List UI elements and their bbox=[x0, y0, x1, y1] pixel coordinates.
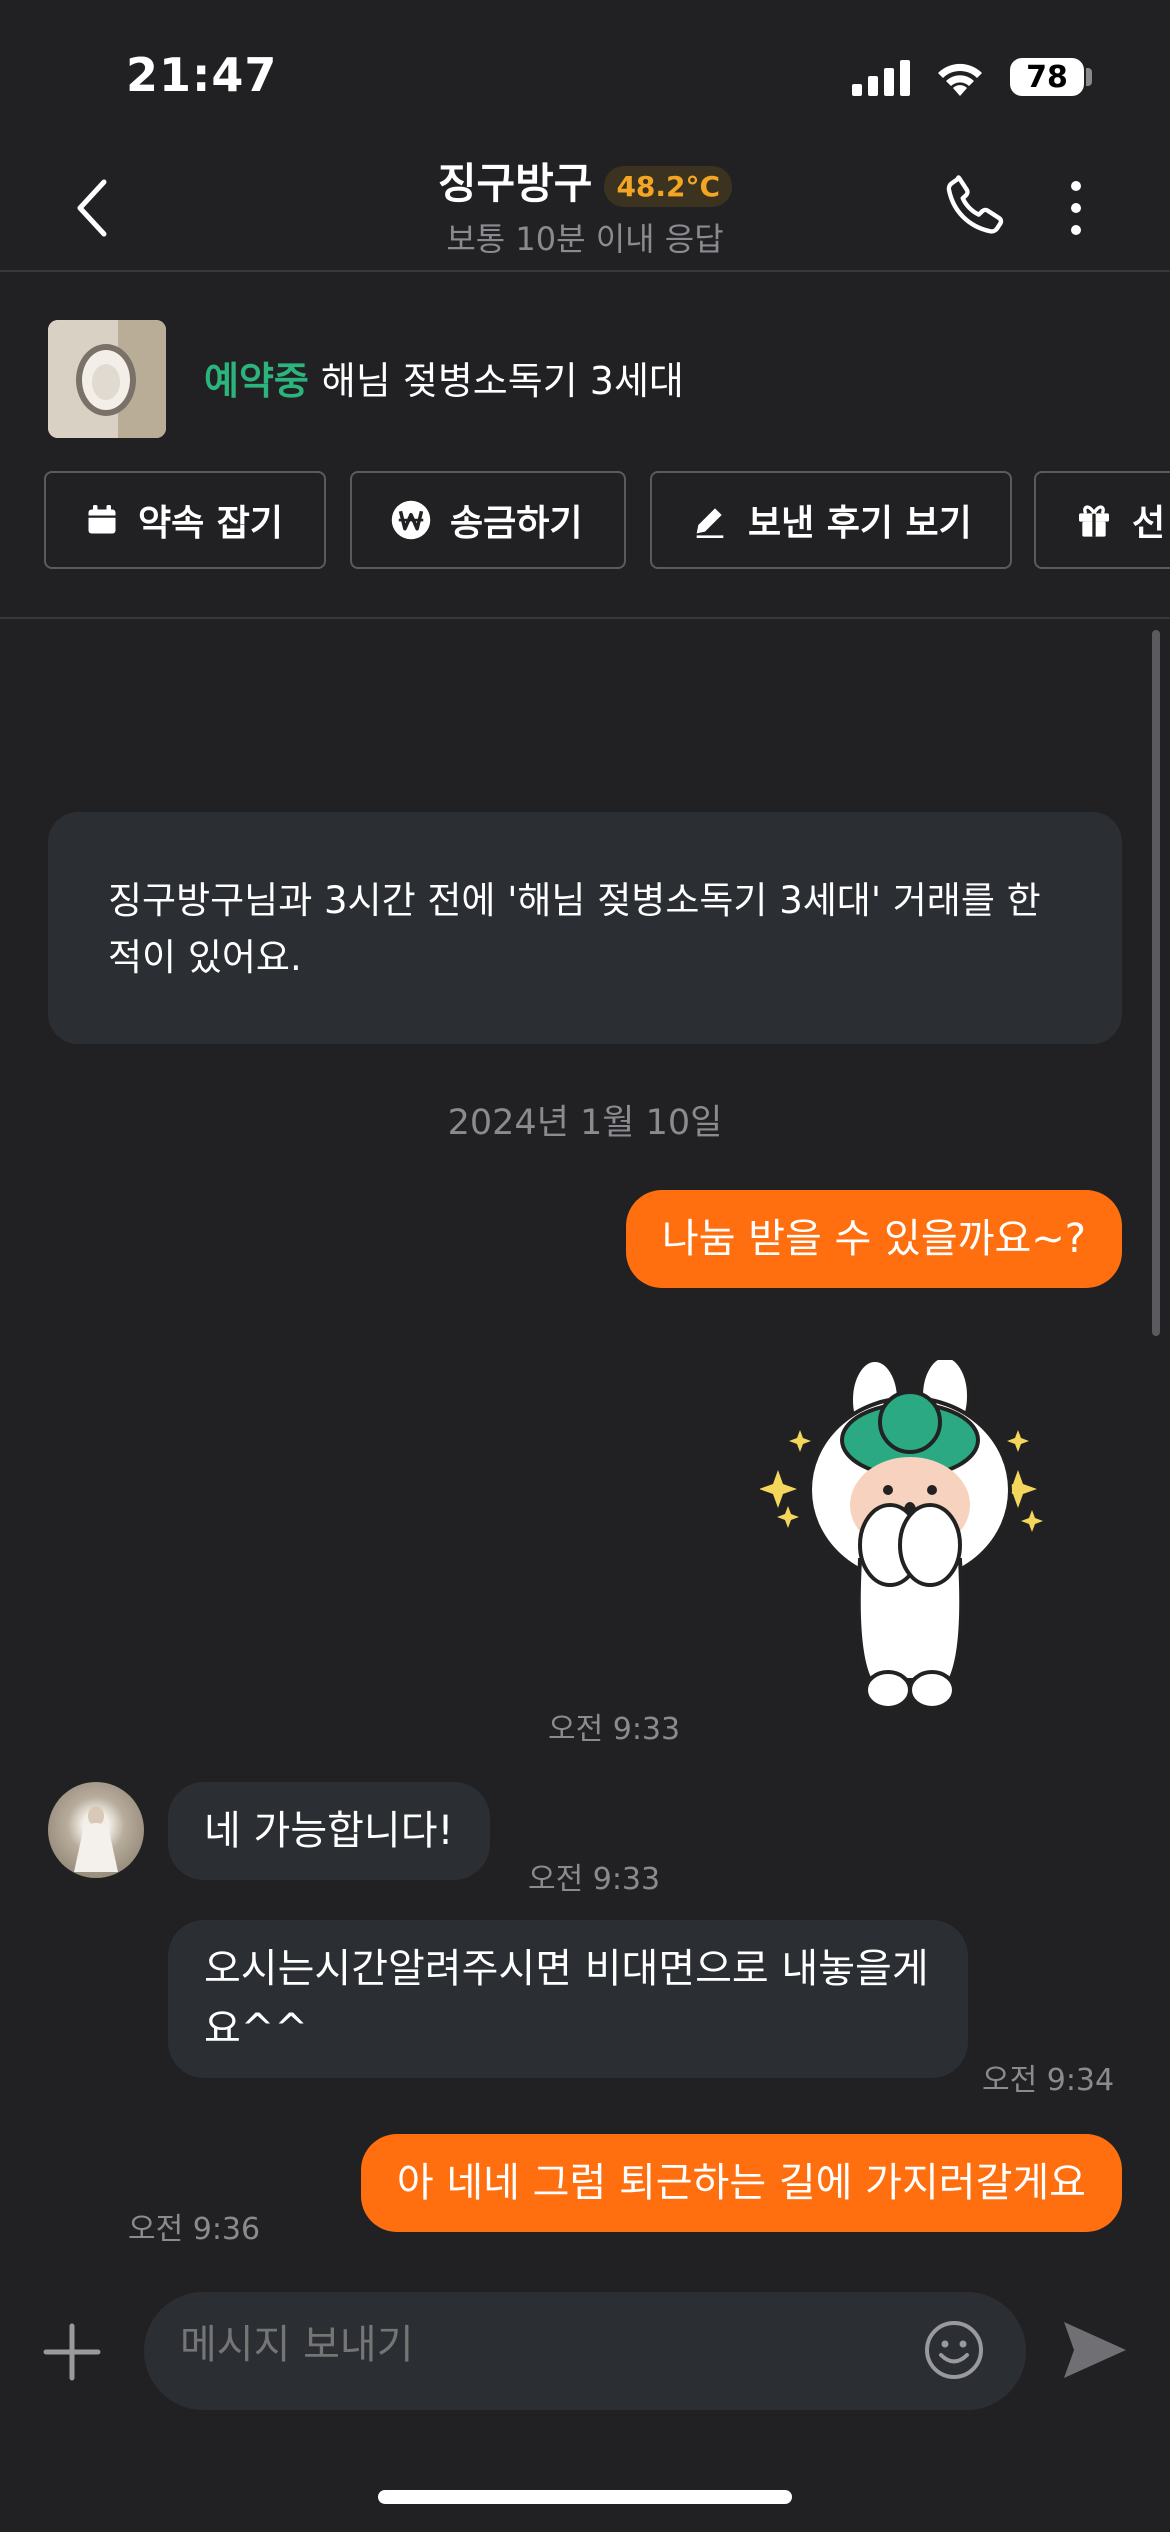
previous-trade-notice: 징구방구님과 3시간 전에 '해님 젖병소독기 3세대' 거래를 한 적이 있어… bbox=[48, 812, 1122, 1044]
view-sent-review-button[interactable]: 보낸 후기 보기 bbox=[650, 471, 1012, 569]
product-status-label: 예약중 bbox=[204, 359, 309, 403]
phone-icon[interactable] bbox=[940, 170, 1010, 240]
more-options-icon[interactable] bbox=[1064, 178, 1088, 238]
message-input[interactable] bbox=[180, 2322, 880, 2368]
message-bubble-sent[interactable]: 나눔 받을 수 있을까요~? bbox=[625, 1190, 1122, 1288]
partner-avatar[interactable] bbox=[48, 1782, 144, 1878]
status-time: 21:47 bbox=[126, 48, 278, 102]
schedule-button[interactable]: 약속 잡기 bbox=[44, 471, 326, 569]
message-bubble-received[interactable]: 오시는시간알려주시면 비대면으로 내놓을게요^^ bbox=[168, 1920, 968, 2078]
battery-tip bbox=[1086, 68, 1092, 86]
message-time: 오전 9:36 bbox=[128, 2212, 261, 2247]
message-time: 오전 9:33 bbox=[548, 1712, 681, 1747]
message-time: 오전 9:33 bbox=[528, 1862, 661, 1897]
actions-divider bbox=[0, 617, 1170, 619]
partner-name[interactable]: 징구방구 bbox=[438, 159, 593, 208]
gift-button-label: 선 bbox=[1132, 503, 1166, 544]
gift-button[interactable]: 선 bbox=[1034, 471, 1170, 569]
send-money-button-label: 송금하기 bbox=[450, 503, 583, 544]
calendar-icon bbox=[88, 505, 116, 534]
bunny-sticker[interactable] bbox=[760, 1360, 1060, 1720]
product-summary[interactable]: 예약중 해님 젖병소독기 3세대 bbox=[204, 350, 684, 405]
won-icon bbox=[391, 500, 431, 540]
header-divider bbox=[0, 270, 1170, 272]
home-indicator bbox=[378, 2490, 792, 2504]
message-bubble-sent[interactable]: 아 네네 그럼 퇴근하는 길에 가지러갈게요 bbox=[360, 2134, 1122, 2232]
plus-icon[interactable] bbox=[40, 2320, 104, 2384]
chat-scrollbar[interactable] bbox=[1152, 630, 1160, 1336]
manner-temperature-badge: 48.2°C bbox=[604, 166, 733, 207]
gift-icon bbox=[1079, 505, 1109, 537]
date-separator: 2024년 1월 10일 bbox=[447, 1103, 723, 1143]
message-bubble-received[interactable]: 네 가능합니다! bbox=[168, 1782, 490, 1880]
signal-icon bbox=[852, 60, 910, 96]
product-thumbnail[interactable] bbox=[48, 320, 166, 438]
send-icon[interactable] bbox=[1060, 2318, 1130, 2382]
pencil-icon bbox=[696, 508, 724, 538]
wifi-icon bbox=[938, 63, 982, 96]
send-money-button[interactable]: 송금하기 bbox=[350, 471, 626, 569]
message-time: 오전 9:34 bbox=[982, 2063, 1115, 2098]
battery-indicator: 78 bbox=[1010, 58, 1084, 96]
emoji-icon[interactable] bbox=[922, 2318, 986, 2382]
view-sent-review-button-label: 보낸 후기 보기 bbox=[748, 503, 972, 544]
product-name: 해님 젖병소독기 3세대 bbox=[320, 359, 684, 403]
schedule-button-label: 약속 잡기 bbox=[138, 503, 284, 544]
